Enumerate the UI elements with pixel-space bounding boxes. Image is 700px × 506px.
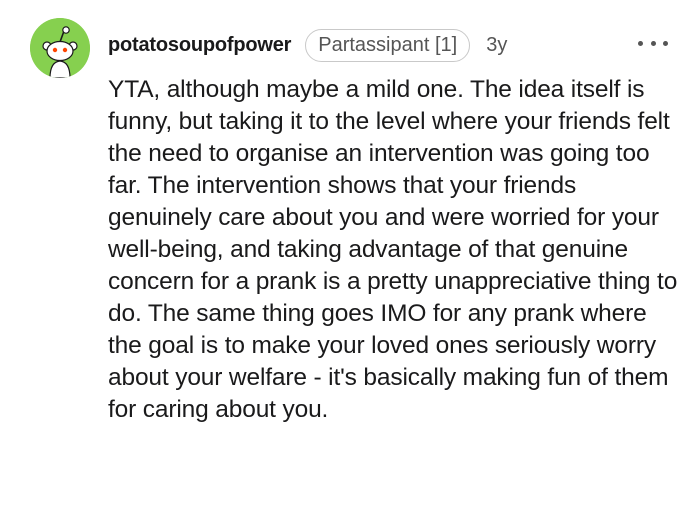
comment-header: potatosoupofpower Partassipant [1] 3y [108, 28, 507, 62]
username[interactable]: potatosoupofpower [108, 34, 291, 57]
dot [650, 40, 656, 46]
user-flair: Partassipant [1] [305, 28, 471, 62]
snoo-avatar-icon [30, 18, 90, 78]
comment-body: YTA, although maybe a mild one. The idea… [108, 76, 678, 423]
more-options-icon[interactable] [638, 36, 668, 50]
dot [638, 40, 643, 46]
timestamp[interactable]: 3y [486, 34, 507, 57]
dot [663, 40, 668, 46]
avatar[interactable] [30, 18, 90, 78]
